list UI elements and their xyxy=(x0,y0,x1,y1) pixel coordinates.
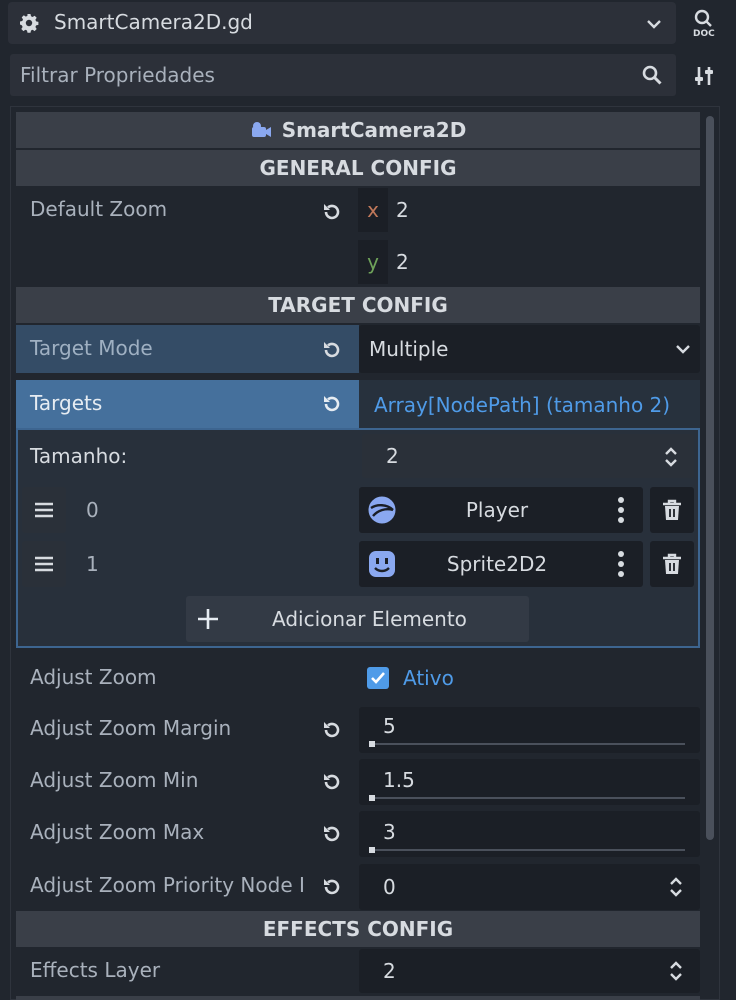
spin-arrows-icon[interactable] xyxy=(660,444,682,470)
camera2d-icon xyxy=(250,120,272,140)
revert-icon[interactable] xyxy=(320,770,344,794)
next-section-edge xyxy=(16,996,700,1000)
array-item-index: 1 xyxy=(86,552,99,576)
more-options-icon[interactable] xyxy=(611,549,631,579)
array-item-index: 0 xyxy=(86,498,99,522)
adjust-zoom-max-slider[interactable]: 3 xyxy=(359,811,700,857)
trash-icon[interactable] xyxy=(650,541,694,587)
checkbox-checked-icon xyxy=(367,667,389,689)
property-options-icon[interactable] xyxy=(686,58,722,94)
adjust-zoom-value: Ativo xyxy=(403,666,454,690)
svg-text:DOC: DOC xyxy=(693,29,715,38)
player-node-icon xyxy=(367,495,397,525)
spin-arrows-icon[interactable] xyxy=(665,874,687,900)
chevron-down-icon xyxy=(673,341,693,357)
plus-icon xyxy=(196,607,220,631)
array-size-value: 2 xyxy=(386,444,399,468)
section-target-config[interactable]: TARGET CONFIG xyxy=(16,287,700,323)
drag-handle-icon[interactable] xyxy=(22,487,66,533)
spin-arrows-icon[interactable] xyxy=(665,958,687,984)
adjust-zoom-max-label: Adjust Zoom Max xyxy=(30,820,205,844)
doc-search-icon[interactable]: DOC xyxy=(684,4,724,42)
adjust-zoom-margin-slider[interactable]: 5 xyxy=(359,707,700,753)
drag-handle-icon[interactable] xyxy=(22,541,66,587)
script-name: SmartCamera2D.gd xyxy=(54,10,253,34)
adjust-zoom-priority-value: 0 xyxy=(383,875,396,899)
default-zoom-x-field[interactable]: x 2 xyxy=(358,188,700,232)
slider-grabber[interactable] xyxy=(369,741,375,747)
default-zoom-x-value: 2 xyxy=(396,198,409,222)
array-size-label: Tamanho: xyxy=(30,444,128,468)
default-zoom-label: Default Zoom xyxy=(30,197,168,221)
target-mode-value: Multiple xyxy=(369,337,449,361)
slider-grabber[interactable] xyxy=(369,847,375,853)
targets-label: Targets xyxy=(30,391,103,415)
target-mode-dropdown[interactable]: Multiple xyxy=(359,325,700,373)
revert-icon[interactable] xyxy=(320,392,344,416)
effects-layer-spinbox[interactable]: 2 xyxy=(359,949,700,993)
more-options-icon[interactable] xyxy=(611,495,631,525)
class-name: SmartCamera2D xyxy=(281,118,467,142)
default-zoom-y-field[interactable]: y 2 xyxy=(358,240,700,284)
slider-track xyxy=(369,743,685,745)
script-selector[interactable]: SmartCamera2D.gd xyxy=(8,2,676,44)
targets-array-button[interactable]: Array[NodePath] (tamanho 2) xyxy=(359,380,700,428)
array-item-node-name: Player xyxy=(465,498,529,522)
default-zoom-y-value: 2 xyxy=(396,250,409,274)
effects-layer-label: Effects Layer xyxy=(30,958,161,982)
adjust-zoom-margin-label: Adjust Zoom Margin xyxy=(30,716,232,740)
search-icon xyxy=(640,64,664,86)
slider-track xyxy=(369,797,685,799)
targets-array-value: Array[NodePath] (tamanho 2) xyxy=(374,393,671,417)
section-effects-config[interactable]: EFFECTS CONFIG xyxy=(16,911,700,947)
adjust-zoom-label: Adjust Zoom xyxy=(30,665,157,689)
filter-properties-input[interactable]: Filtrar Propriedades xyxy=(10,54,676,96)
array-item-node-button[interactable]: Sprite2D2 xyxy=(359,541,643,587)
gear-icon xyxy=(18,12,40,34)
revert-icon[interactable] xyxy=(320,822,344,846)
section-general-config[interactable]: GENERAL CONFIG xyxy=(16,150,700,186)
y-axis-label: y xyxy=(358,240,388,284)
adjust-zoom-checkbox[interactable]: Ativo xyxy=(359,656,700,700)
chevron-down-icon xyxy=(644,14,664,34)
adjust-zoom-max-value: 3 xyxy=(383,820,396,844)
effects-layer-value: 2 xyxy=(383,959,396,983)
class-header: SmartCamera2D xyxy=(16,112,700,148)
array-item-node-button[interactable]: Player xyxy=(359,487,643,533)
add-element-button[interactable]: Adicionar Elemento xyxy=(186,596,529,642)
revert-icon[interactable] xyxy=(320,338,344,362)
adjust-zoom-min-label: Adjust Zoom Min xyxy=(30,768,199,792)
adjust-zoom-margin-value: 5 xyxy=(383,714,396,738)
adjust-zoom-priority-label: Adjust Zoom Priority Node I xyxy=(30,873,305,897)
slider-grabber[interactable] xyxy=(369,795,375,801)
scrollbar[interactable] xyxy=(706,116,714,840)
adjust-zoom-min-slider[interactable]: 1.5 xyxy=(359,759,700,805)
filter-placeholder: Filtrar Propriedades xyxy=(20,63,215,87)
revert-icon[interactable] xyxy=(320,718,344,742)
x-axis-label: x xyxy=(358,188,388,232)
trash-icon[interactable] xyxy=(650,487,694,533)
revert-icon[interactable] xyxy=(320,875,344,899)
array-size-spinbox[interactable]: 2 xyxy=(362,434,694,478)
add-element-label: Adicionar Elemento xyxy=(272,607,467,631)
sprite2d-icon xyxy=(367,549,397,579)
slider-track xyxy=(369,849,685,851)
target-mode-label: Target Mode xyxy=(30,336,153,360)
adjust-zoom-min-value: 1.5 xyxy=(383,768,415,792)
revert-icon[interactable] xyxy=(320,200,344,224)
adjust-zoom-priority-spinbox[interactable]: 0 xyxy=(359,864,700,910)
array-item-node-name: Sprite2D2 xyxy=(446,552,548,576)
